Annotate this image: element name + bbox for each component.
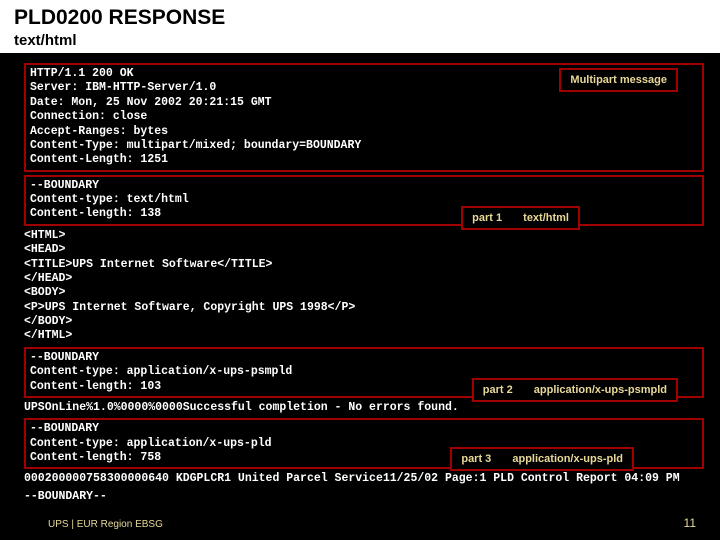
slide-header: PLD0200 RESPONSE text/html xyxy=(0,0,720,53)
page-subtitle: text/html xyxy=(14,32,706,49)
part2-body: UPSOnLine%1.0%0000%0000Successful comple… xyxy=(24,401,704,415)
part2-number: part 2 xyxy=(483,384,531,396)
footer: UPS | EUR Region EBSG 11 xyxy=(0,516,720,530)
page-title: PLD0200 RESPONSE xyxy=(14,6,706,30)
part1-type: text/html xyxy=(523,212,569,224)
part3-label: part 3 application/x-ups-pld xyxy=(450,447,634,471)
footer-left: UPS | EUR Region EBSG xyxy=(48,519,163,530)
part1-label: part 1 text/html xyxy=(461,206,580,230)
part1-number: part 1 xyxy=(472,212,520,224)
part1-body: <HTML> <HEAD> <TITLE>UPS Internet Softwa… xyxy=(24,229,704,344)
part3-body: 000200000758300000640 KDGPLCR1 United Pa… xyxy=(24,472,704,486)
part1-header-block: --BOUNDARY Content-type: text/html Conte… xyxy=(24,175,704,226)
part3-number: part 3 xyxy=(461,453,509,465)
part3-type: application/x-ups-pld xyxy=(512,453,623,465)
page-number: 11 xyxy=(684,516,696,530)
multipart-label: Multipart message xyxy=(559,68,678,92)
closing-boundary: --BOUNDARY-- xyxy=(24,490,704,504)
response-body: HTTP/1.1 200 OK Server: IBM-HTTP-Server/… xyxy=(0,53,720,504)
part2-label: part 2 application/x-ups-psmpld xyxy=(472,378,678,402)
part2-type: application/x-ups-psmpld xyxy=(534,384,667,396)
